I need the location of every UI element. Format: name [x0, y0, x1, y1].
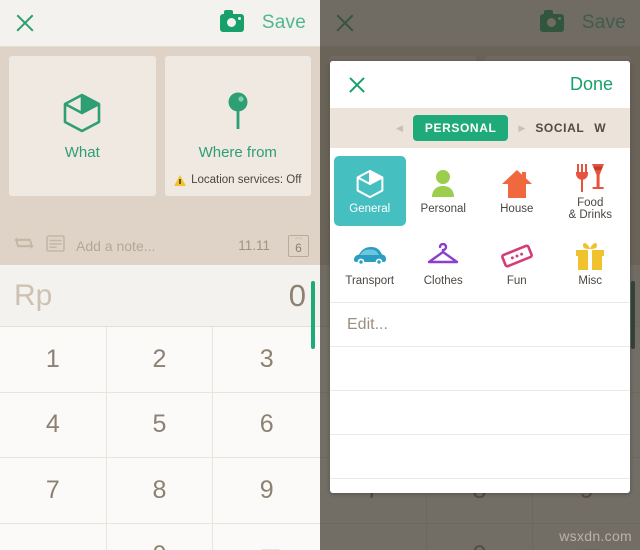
save-button[interactable]: Save: [262, 12, 306, 34]
scroll-indicator[interactable]: [311, 281, 315, 349]
note-lines-icon[interactable]: [46, 234, 65, 257]
person-icon: [429, 167, 457, 200]
warning-triangle-icon: [174, 174, 187, 186]
fork-wineglass-icon: [574, 161, 606, 194]
calendar-day: 6: [295, 240, 302, 255]
key-8[interactable]: 8: [106, 458, 214, 524]
edit-row[interactable]: Edit...: [330, 303, 630, 347]
what-card-label: What: [64, 144, 100, 161]
where-from-card-label: Where from: [198, 144, 277, 161]
key-comma[interactable]: ,: [0, 523, 107, 550]
calendar-month-hint: Aug: [295, 235, 302, 240]
tab-work[interactable]: W: [594, 121, 606, 135]
hanger-icon: [426, 239, 460, 272]
tab-social[interactable]: SOCIAL: [535, 121, 584, 135]
what-card[interactable]: What: [9, 56, 156, 196]
numeric-keypad: 1 2 3 4 5 6 7 8 9 , 0: [0, 327, 320, 550]
box-icon: [354, 167, 386, 200]
list-item[interactable]: [330, 391, 630, 435]
entry-cards: What Where from Location services: Off: [9, 56, 311, 196]
category-label: Clothes: [423, 275, 463, 287]
calendar-icon[interactable]: Aug 6: [288, 234, 309, 257]
category-fun[interactable]: Fun: [481, 228, 553, 298]
category-label: General: [349, 203, 391, 215]
amount-value: 0: [288, 277, 306, 313]
category-label: Fun: [506, 275, 527, 287]
repeat-icon[interactable]: [13, 234, 35, 257]
camera-flash-dot: [237, 17, 241, 20]
key-4[interactable]: 4: [0, 392, 107, 458]
key-backspace[interactable]: [213, 524, 320, 550]
done-button[interactable]: Done: [570, 74, 613, 95]
category-transport[interactable]: Transport: [334, 228, 406, 298]
category-grid: General Personal House Food & Drinks Tra…: [330, 148, 630, 302]
category-house[interactable]: House: [481, 156, 553, 226]
category-personal[interactable]: Personal: [408, 156, 480, 226]
category-label: House: [500, 203, 534, 215]
map-pin-icon: [223, 91, 253, 135]
note-row: Add a note... 11.11 Aug 6: [0, 226, 320, 265]
list-item[interactable]: [330, 479, 630, 493]
category-label: Misc: [578, 275, 603, 287]
top-bar: Save: [0, 0, 320, 47]
list-item[interactable]: [330, 435, 630, 479]
key-0[interactable]: 0: [107, 523, 214, 550]
house-icon: [501, 167, 533, 200]
key-1[interactable]: 1: [0, 327, 107, 393]
key-3[interactable]: 3: [213, 327, 320, 393]
entry-cards-area: What Where from Location services: Off: [0, 47, 320, 226]
car-icon: [352, 239, 388, 272]
close-icon[interactable]: [347, 75, 367, 95]
modal-header: Done: [330, 61, 630, 108]
camera-icon[interactable]: [219, 10, 244, 32]
currency-label: Rp: [14, 278, 53, 312]
app-screenshot: Save What Where from Location services: …: [0, 0, 640, 550]
backspace-icon: [253, 546, 281, 550]
where-from-card[interactable]: Where from Location services: Off: [164, 56, 312, 196]
key-2[interactable]: 2: [106, 327, 214, 393]
category-list: Edit...: [330, 302, 630, 493]
category-misc[interactable]: Misc: [555, 228, 627, 298]
category-food-drinks[interactable]: Food & Drinks: [555, 156, 627, 226]
category-picker-modal: Done ◀ PERSONAL ▶ SOCIAL W General Perso…: [330, 61, 630, 493]
category-tabs: ◀ PERSONAL ▶ SOCIAL W: [330, 108, 630, 148]
list-item[interactable]: [330, 347, 630, 391]
amount-bar[interactable]: Rp 0: [0, 265, 320, 327]
gift-icon: [574, 239, 606, 272]
watermark: wsxdn.com: [559, 528, 632, 544]
close-icon[interactable]: [14, 12, 36, 34]
time-label[interactable]: 11.11: [238, 238, 270, 253]
category-clothes[interactable]: Clothes: [408, 228, 480, 298]
left-panel-expense-entry: Save What Where from Location services: …: [0, 0, 320, 550]
ticket-icon: [500, 239, 534, 272]
key-6[interactable]: 6: [213, 393, 320, 458]
chevron-right-icon[interactable]: ▶: [518, 123, 525, 134]
location-warning: Location services: Off: [165, 174, 312, 186]
key-5[interactable]: 5: [106, 392, 214, 458]
box-icon: [60, 91, 104, 135]
key-9[interactable]: 9: [213, 458, 320, 524]
key-7[interactable]: 7: [0, 458, 107, 524]
tab-personal[interactable]: PERSONAL: [412, 115, 509, 141]
location-warning-text: Location services: Off: [191, 174, 302, 186]
note-input[interactable]: Add a note...: [76, 238, 227, 254]
chevron-left-icon[interactable]: ◀: [396, 123, 403, 134]
category-label: Food & Drinks: [568, 197, 612, 221]
category-label: Transport: [345, 275, 395, 287]
right-panel-category-picker: Save What: [320, 0, 640, 550]
category-label: Personal: [420, 203, 466, 215]
category-general[interactable]: General: [334, 156, 406, 226]
